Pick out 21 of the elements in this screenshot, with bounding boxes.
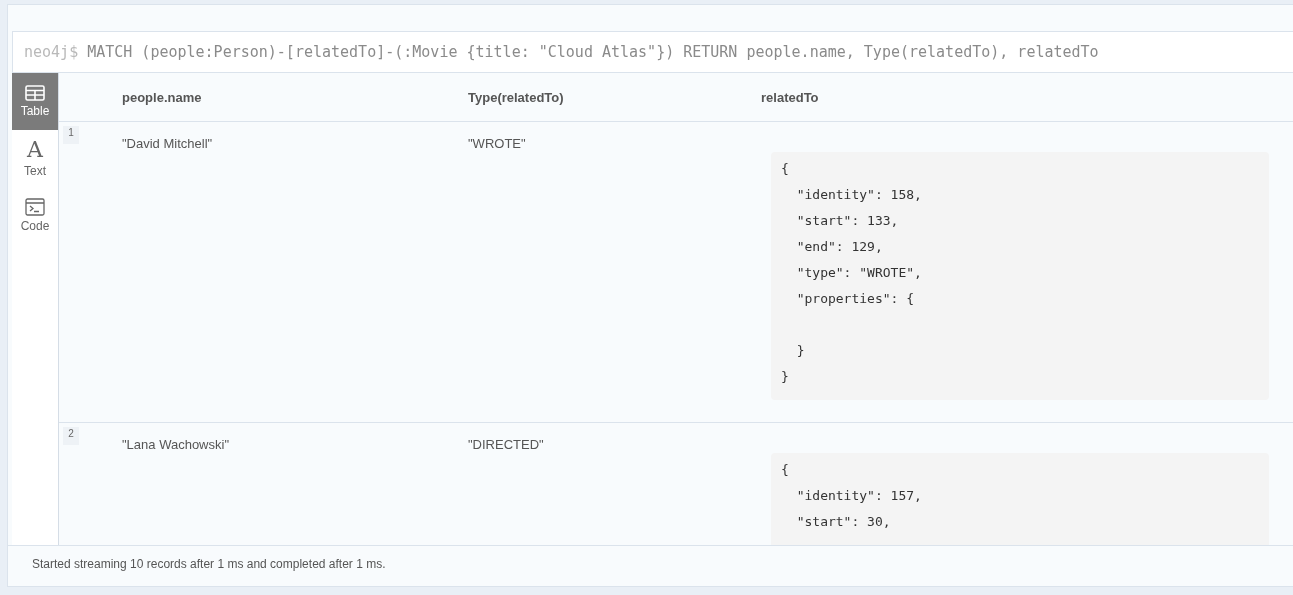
- letter-icon: A: [27, 139, 43, 161]
- json-value-block: { "identity": 158, "start": 133, "end": 129, "type": "WROTE", "properties": { } }: [771, 152, 1269, 400]
- terminal-icon: [25, 198, 45, 216]
- prompt-label: neo4j$: [24, 43, 79, 61]
- table-cell: "David Mitchell": [122, 136, 213, 151]
- query-text: MATCH (people:Person)-[relatedTo]-(:Movie {title: "Cloud Atlas"}) RETURN people.name, Type(relatedTo), relatedTo: [87, 43, 1099, 61]
- table-cell: "Lana Wachowski": [122, 437, 229, 452]
- column-header[interactable]: people.name: [122, 89, 468, 105]
- status-text: Started streaming 10 records after 1 ms and completed after 1 ms.: [32, 557, 386, 571]
- view-tab[interactable]: Table: [12, 73, 58, 130]
- table-cell: "DIRECTED": [468, 437, 544, 452]
- column-header[interactable]: relatedTo: [761, 89, 1293, 105]
- query-editor[interactable]: neo4j$ MATCH (people:Person)-[relatedTo]-(:Movie {title: "Cloud Atlas"}) RETURN people.name, Type(relatedTo), relatedTo: [12, 31, 1293, 73]
- view-tab[interactable]: Code: [12, 187, 58, 244]
- table-cell: "WROTE": [468, 136, 526, 151]
- column-header[interactable]: Type(relatedTo): [468, 89, 761, 105]
- json-value-block: { "identity": 157, "start": 30,: [771, 453, 1269, 545]
- row-number: 2: [63, 427, 79, 445]
- row-number: 1: [63, 126, 79, 144]
- view-tab[interactable]: A Text: [12, 130, 58, 187]
- table-icon: [25, 85, 45, 101]
